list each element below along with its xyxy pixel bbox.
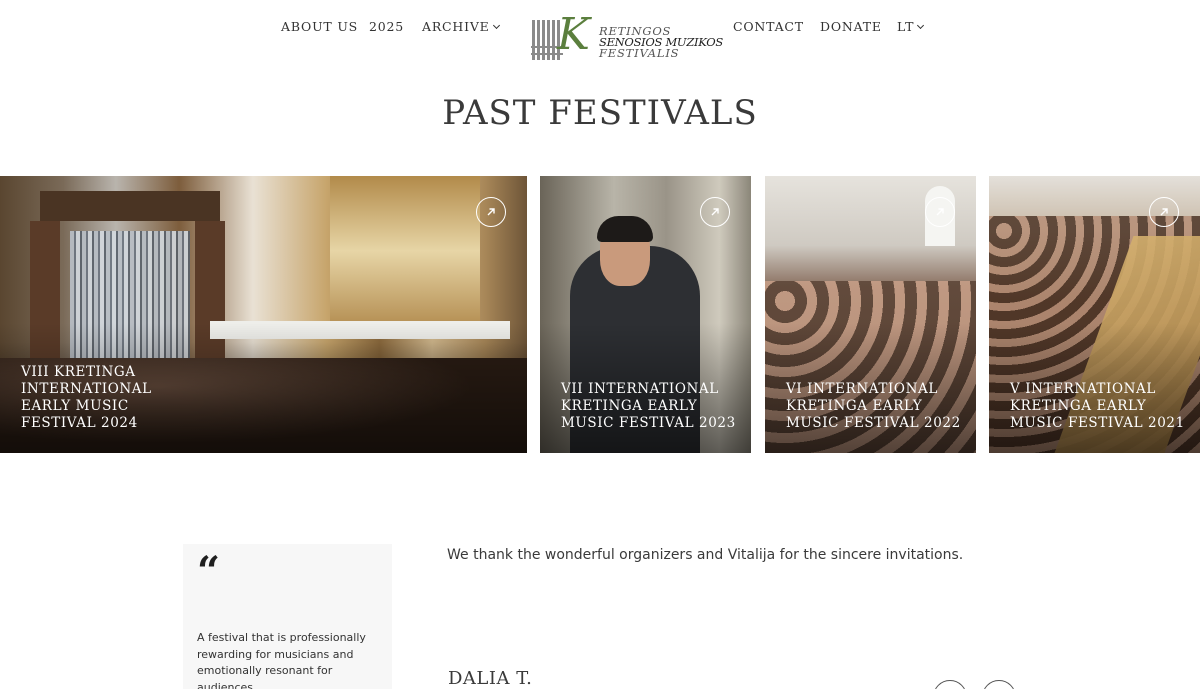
festival-card-title: VIII KRETINGA INTERNATIONAL EARLY MUSIC … xyxy=(21,364,152,431)
nav-link-archive[interactable]: ARCHIVE xyxy=(422,19,500,34)
logo-letter: K xyxy=(557,9,591,60)
nav-link-2025[interactable]: 2025 xyxy=(369,19,404,34)
festival-card-title: V INTERNATIONAL KRETINGA EARLY MUSIC FES… xyxy=(1010,381,1185,431)
testimonial-quote: A festival that is professionally reward… xyxy=(197,631,366,689)
festival-card-2024[interactable]: VIII KRETINGA INTERNATIONAL EARLY MUSIC … xyxy=(0,176,527,453)
testimonial-card: “ A festival that is professionally rewa… xyxy=(183,544,392,689)
testimonial-author: DALIA T. xyxy=(448,668,533,689)
previous-testimonial-button[interactable] xyxy=(933,680,967,689)
arrow-up-right-icon[interactable] xyxy=(925,197,955,227)
nav-link-about-us[interactable]: ABOUT US xyxy=(281,19,358,34)
festival-card-title: VII INTERNATIONAL KRETINGA EARLY MUSIC F… xyxy=(561,381,736,431)
language-selector[interactable]: LT xyxy=(897,19,925,34)
main-navigation: ABOUT US 2025 ARCHIVE K retingos senosio… xyxy=(0,0,1200,60)
logo-line-3: festivalis xyxy=(599,46,680,60)
festival-card-2023[interactable]: VII INTERNATIONAL KRETINGA EARLY MUSIC F… xyxy=(540,176,751,453)
festival-card-title: VI INTERNATIONAL KRETINGA EARLY MUSIC FE… xyxy=(786,381,961,431)
arrow-up-right-icon[interactable] xyxy=(700,197,730,227)
language-label: LT xyxy=(897,19,915,34)
arrow-up-right-icon[interactable] xyxy=(1149,197,1179,227)
quote-icon: “ xyxy=(197,548,221,595)
festival-card-2021[interactable]: V INTERNATIONAL KRETINGA EARLY MUSIC FES… xyxy=(989,176,1200,453)
chevron-down-icon xyxy=(917,21,925,30)
testimonial-thanks: We thank the wonderful organizers and Vi… xyxy=(447,547,964,563)
nav-link-donate[interactable]: DONATE xyxy=(820,19,882,34)
arrow-up-right-icon[interactable] xyxy=(476,197,506,227)
chevron-down-icon xyxy=(492,21,500,30)
section-heading: PAST FESTIVALS xyxy=(442,93,758,133)
nav-link-contact[interactable]: CONTACT xyxy=(733,19,804,34)
festival-card-2022[interactable]: VI INTERNATIONAL KRETINGA EARLY MUSIC FE… xyxy=(765,176,976,453)
next-testimonial-button[interactable] xyxy=(982,680,1016,689)
nav-archive-label: ARCHIVE xyxy=(422,19,490,34)
site-logo[interactable]: K retingos senosios muzikos festivalis xyxy=(531,13,723,63)
